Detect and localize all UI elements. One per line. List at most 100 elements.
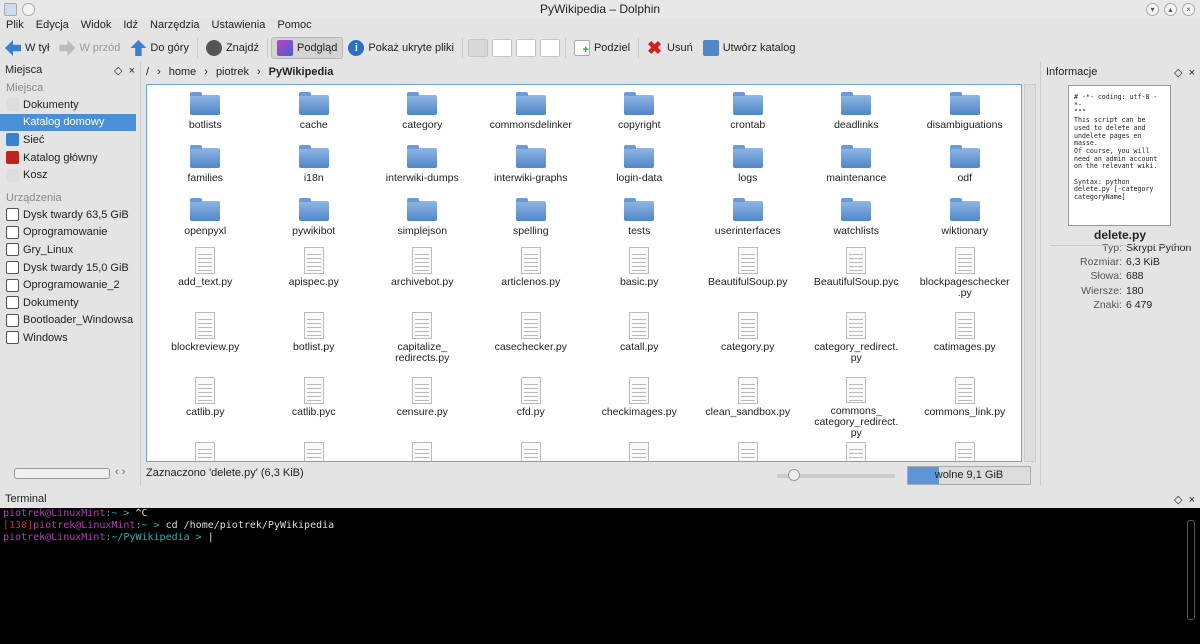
- menu-item[interactable]: Idź: [117, 18, 144, 36]
- folder-item[interactable]: tests: [585, 191, 694, 244]
- minimize-button[interactable]: ▾: [1146, 3, 1159, 16]
- columns-view-button[interactable]: [539, 39, 560, 57]
- place-item[interactable]: Katalog główny: [0, 149, 140, 167]
- menu-item[interactable]: Widok: [75, 18, 118, 36]
- folder-item[interactable]: odf: [911, 138, 1020, 191]
- scroll-arrows[interactable]: ‹ ›: [115, 466, 125, 478]
- file-item[interactable]: BeautifulSoup.py: [694, 244, 803, 309]
- file-item[interactable]: botlist.py: [260, 309, 369, 374]
- folder-item[interactable]: wiktionary: [911, 191, 1020, 244]
- file-item[interactable]: [802, 439, 911, 461]
- file-item[interactable]: checkimages.py: [585, 374, 694, 439]
- device-item[interactable]: Dysk twardy 63,5 GiB: [0, 206, 140, 224]
- device-item[interactable]: Gry_Linux: [0, 241, 140, 259]
- icons-view-button[interactable]: [467, 39, 488, 57]
- menu-item[interactable]: Ustawienia: [206, 18, 272, 36]
- menu-item[interactable]: Pomoc: [271, 18, 317, 36]
- place-item[interactable]: Dokumenty: [0, 96, 140, 114]
- file-view[interactable]: botlists cache category commonsdelinker copy…: [146, 84, 1022, 462]
- file-item[interactable]: apispec.py: [260, 244, 369, 309]
- device-item[interactable]: Bootloader_Windowsa: [0, 312, 140, 330]
- panel-float-close-icons[interactable]: ◇ ×: [1174, 493, 1195, 506]
- folder-item[interactable]: logs: [694, 138, 803, 191]
- file-item[interactable]: [260, 439, 369, 461]
- place-item[interactable]: Katalog domowy: [0, 113, 136, 132]
- folder-item[interactable]: i18n: [260, 138, 369, 191]
- file-item[interactable]: basic.py: [585, 244, 694, 309]
- up-button[interactable]: Do góry: [125, 37, 194, 59]
- file-item[interactable]: category_redirect. py: [802, 309, 911, 374]
- folder-item[interactable]: interwiki-graphs: [477, 138, 586, 191]
- folder-item[interactable]: copyright: [585, 85, 694, 138]
- preview-toggle[interactable]: Podgląd: [270, 37, 344, 59]
- folder-item[interactable]: maintenance: [802, 138, 911, 191]
- file-item[interactable]: [911, 439, 1020, 461]
- device-item[interactable]: Dokumenty: [0, 294, 140, 312]
- breadcrumb-item[interactable]: /: [146, 66, 149, 78]
- zoom-slider-handle[interactable]: [788, 469, 800, 481]
- folder-item[interactable]: crontab: [694, 85, 803, 138]
- menu-item[interactable]: Narzędzia: [144, 18, 206, 36]
- file-item[interactable]: add_text.py: [151, 244, 260, 309]
- back-button[interactable]: W tył: [0, 37, 54, 59]
- horizontal-scrollbar[interactable]: [14, 468, 110, 479]
- device-item[interactable]: Windows: [0, 329, 140, 347]
- place-item[interactable]: Sieć: [0, 131, 140, 149]
- file-item[interactable]: category.py: [694, 309, 803, 374]
- folder-item[interactable]: simplejson: [368, 191, 477, 244]
- file-item[interactable]: [694, 439, 803, 461]
- folder-item[interactable]: cache: [260, 85, 369, 138]
- device-item[interactable]: Oprogramowanie_2: [0, 276, 140, 294]
- close-button[interactable]: ×: [1182, 3, 1195, 16]
- file-item[interactable]: catall.py: [585, 309, 694, 374]
- file-item[interactable]: [151, 439, 260, 461]
- folder-item[interactable]: category: [368, 85, 477, 138]
- folder-item[interactable]: spelling: [477, 191, 586, 244]
- folder-item[interactable]: families: [151, 138, 260, 191]
- delete-button[interactable]: ✖ Usuń: [642, 37, 698, 59]
- folder-item[interactable]: watchlists: [802, 191, 911, 244]
- file-item[interactable]: capitalize_ redirects.py: [368, 309, 477, 374]
- file-item[interactable]: catlib.py: [151, 374, 260, 439]
- forward-button[interactable]: W przód: [54, 37, 125, 59]
- file-item[interactable]: cfd.py: [477, 374, 586, 439]
- device-item[interactable]: Oprogramowanie: [0, 224, 140, 242]
- breadcrumb-item[interactable]: PyWikipedia: [269, 66, 334, 78]
- show-hidden-button[interactable]: i Pokaż ukryte pliki: [343, 37, 459, 59]
- folder-item[interactable]: botlists: [151, 85, 260, 138]
- breadcrumb-item[interactable]: home: [169, 66, 197, 78]
- file-item[interactable]: [477, 439, 586, 461]
- panel-float-close-icons[interactable]: ◇ ×: [114, 64, 135, 77]
- file-item[interactable]: articlenos.py: [477, 244, 586, 309]
- folder-item[interactable]: disambiguations: [911, 85, 1020, 138]
- split-button[interactable]: + Podziel: [569, 37, 635, 59]
- place-item[interactable]: Kosz: [0, 166, 140, 184]
- file-item[interactable]: blockreview.py: [151, 309, 260, 374]
- folder-item[interactable]: commonsdelinker: [477, 85, 586, 138]
- file-item[interactable]: blockpageschecker .py: [911, 244, 1020, 309]
- panel-float-close-icons[interactable]: ◇ ×: [1174, 66, 1195, 79]
- find-button[interactable]: Znajdź: [201, 37, 264, 59]
- file-item[interactable]: commons_ category_redirect. py: [802, 374, 911, 439]
- file-item[interactable]: archivebot.py: [368, 244, 477, 309]
- file-item[interactable]: censure.py: [368, 374, 477, 439]
- details-view-button[interactable]: [491, 39, 512, 57]
- folder-item[interactable]: userinterfaces: [694, 191, 803, 244]
- breadcrumb-item[interactable]: piotrek: [216, 66, 249, 78]
- terminal-scrollbar[interactable]: [1187, 520, 1195, 620]
- vertical-scrollbar[interactable]: [1024, 84, 1036, 462]
- file-item[interactable]: BeautifulSoup.pyc: [802, 244, 911, 309]
- file-item[interactable]: catlib.pyc: [260, 374, 369, 439]
- device-item[interactable]: Dysk twardy 15,0 GiB: [0, 259, 140, 277]
- new-folder-button[interactable]: Utwórz katalog: [698, 37, 801, 59]
- file-item[interactable]: clean_sandbox.py: [694, 374, 803, 439]
- file-item[interactable]: [585, 439, 694, 461]
- folder-item[interactable]: interwiki-dumps: [368, 138, 477, 191]
- folder-item[interactable]: pywikibot: [260, 191, 369, 244]
- folder-item[interactable]: deadlinks: [802, 85, 911, 138]
- terminal-output[interactable]: piotrek@LinuxMint:~ > ^C [130]piotrek@Lin…: [0, 508, 1200, 644]
- file-item[interactable]: casechecker.py: [477, 309, 586, 374]
- menu-item[interactable]: Plik: [0, 18, 30, 36]
- file-item[interactable]: [368, 439, 477, 461]
- compact-view-button[interactable]: [515, 39, 536, 57]
